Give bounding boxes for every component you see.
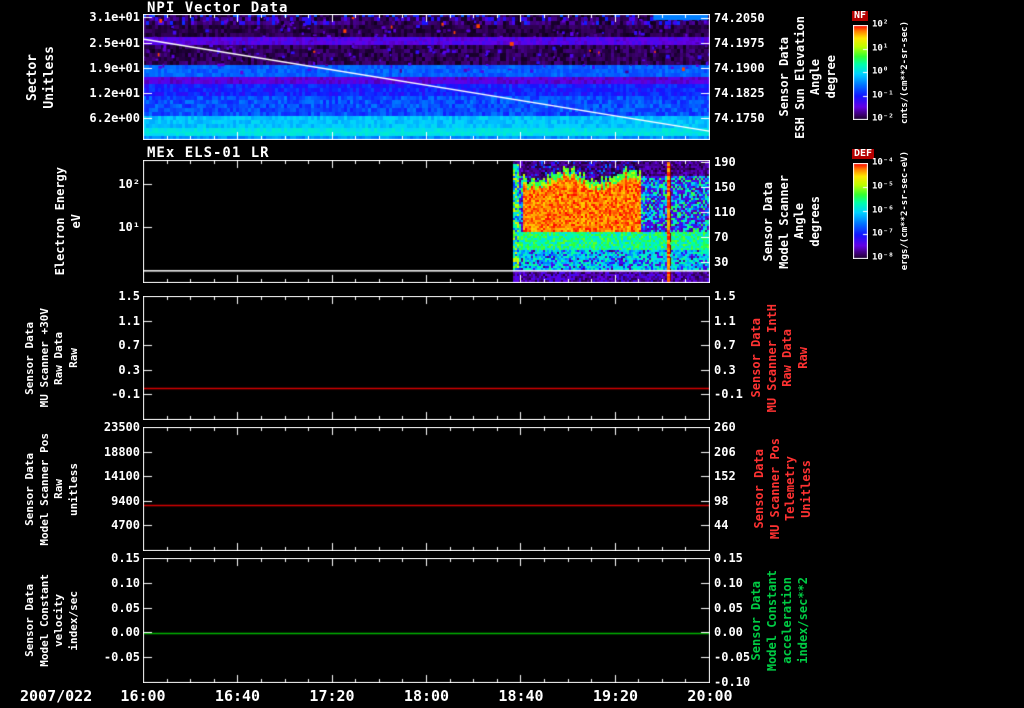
y-axis-label-line: MU Scanner +30V [37, 308, 51, 408]
colorbar-tick-label: 10⁻⁵ [872, 181, 894, 192]
panel-1-ytick-label: 3.1e+01 [89, 10, 140, 25]
panel-4-right-axis-label: Sensor Data MU Scanner Pos Telemetry Unitle… [752, 427, 813, 551]
colorbar-tick-label: 10⁻⁷ [872, 228, 894, 239]
right-axis-label-line: Raw Data [780, 329, 795, 387]
panel-1-ytick-label: 6.2e+00 [89, 111, 140, 126]
y-axis-label-line: Sector [25, 53, 40, 101]
y-axis-label-line: Model Scanner Pos [37, 432, 51, 546]
right-axis-label-line: Raw [795, 347, 810, 369]
panel-3-plot-area [143, 296, 710, 420]
panel-2-y-axis-label: Electron Energy eV [53, 160, 83, 283]
colorbar-tick-label: 10⁻⁶ [872, 205, 894, 215]
right-axis-label-line: Model Constant [764, 569, 779, 672]
colorbar-tick-label: 10⁻¹ [872, 90, 894, 100]
y-axis-label-line: Model Constant [37, 574, 51, 667]
tplot-window: 3.1e+01 2.5e+01 1.9e+01 1.2e+01 6.2e+00 74.20… [0, 0, 1024, 708]
colorbar-tick-label: 10¹ [872, 43, 889, 53]
y-axis-label-line: index/sec [66, 590, 80, 651]
colorbar-units-text: cnts/(cm**2-sr-sec) [900, 21, 910, 124]
right-axis-label-line: MU Scanner Pos [767, 438, 782, 540]
y-axis-label-line: Electron Energy [53, 167, 67, 276]
right-axis-label-line: acceleration [780, 577, 795, 664]
panel-1-right-tick-label: 74.1900 [714, 60, 765, 75]
date-label: 2007/022 [20, 687, 93, 705]
panel-title-npi-vector-data: NPI Vector Data [147, 0, 289, 16]
right-axis-label-line: Model Scanner [776, 174, 791, 269]
right-axis-label-line: Unitless [798, 460, 813, 518]
colorbar-units-text: ergs/(cm**2-sr-sec-eV) [900, 151, 910, 271]
panel-1-ytick-label: 2.5e+01 [89, 35, 140, 50]
right-axis-label-line: Sensor Data [749, 580, 763, 661]
colorbar-nf [853, 25, 868, 120]
right-axis-label-line: Sensor Data [761, 181, 775, 262]
panel-1-plot-area [143, 14, 710, 140]
panel-title-mex-els: MEx ELS-01 LR [147, 145, 270, 161]
y-axis-label-line: Raw [66, 348, 80, 368]
colorbar-tick-label: 10⁰ [872, 66, 889, 77]
colorbar-tick-label: 10² [872, 19, 889, 30]
panel-5-plot-area [143, 558, 710, 683]
colorbar-tick-label: 10⁻⁴ [872, 157, 894, 168]
y-axis-label-line: velocity [52, 594, 66, 647]
right-axis-label-line: index/sec**2 [795, 577, 810, 664]
right-axis-label-line: Sensor Data [752, 449, 766, 529]
panel-1-right-tick-label: 74.1750 [714, 110, 765, 125]
y-axis-label-line: Unitless [41, 45, 57, 109]
panel-2-right-axis-label: Sensor Data Model Scanner Angle degrees [761, 160, 822, 283]
colorbar-tick-label: 10⁻⁸ [872, 252, 894, 263]
y-axis-label-line: Sensor Data [23, 452, 36, 526]
time-tick-label: 18:40 [498, 687, 544, 705]
panel-1-right-axis-label: Sensor Data ESH Sun Elevation Angle degree [777, 14, 838, 140]
y-axis-label-line: Sensor Data [23, 584, 36, 657]
right-axis-label-line: Angle [792, 203, 807, 240]
panel-1-right-tick-label: 74.2050 [714, 10, 765, 25]
y-axis-label-line: Raw Data [52, 331, 66, 385]
time-tick-label: 18:00 [403, 687, 450, 705]
right-axis-label-line: degree [823, 55, 838, 99]
panel-4-y-axis-label: Sensor Data Model Scanner Pos Raw unitless [23, 427, 80, 551]
panel-1-y-axis-label: Sector Unitless [25, 14, 57, 140]
panel-1-ytick-label: 1.2e+01 [89, 86, 140, 101]
right-axis-label-line: Sensor Data [777, 37, 791, 117]
panel-1-right-tick-label: 74.1825 [714, 85, 765, 100]
colorbar-units: ergs/(cm**2-sr-sec-eV) [900, 143, 910, 279]
time-tick-label: 17:20 [309, 687, 355, 705]
right-axis-label-line: Telemetry [783, 456, 798, 522]
panel-1-ytick-label: 1.9e+01 [89, 60, 140, 75]
time-tick-label: 16:40 [214, 687, 261, 705]
time-tick-label: 19:20 [592, 687, 639, 705]
y-axis-label-line: Sensor Data [23, 321, 36, 395]
panel-4-plot-area [143, 427, 710, 551]
panel-5-y-axis-label: Sensor Data Model Constant velocity index/s… [23, 558, 80, 683]
colorbar-title-nf: NF [852, 10, 869, 21]
right-axis-label-line: ESH Sun Elevation [792, 15, 807, 139]
right-axis-label-line: Angle [808, 58, 823, 96]
colorbar-title-def: DEF [852, 148, 875, 159]
y-axis-label-line: Raw [52, 479, 66, 499]
colorbar-units: cnts/(cm**2-sr-sec) [900, 5, 910, 140]
panel-5-right-axis-label: Sensor Data Model Constant acceleration ind… [749, 558, 810, 683]
time-tick-label: 16:00 [120, 687, 166, 705]
panel-3-y-axis-label: Sensor Data MU Scanner +30V Raw Data Raw [23, 296, 80, 420]
right-axis-label-line: Sensor Data [749, 318, 763, 398]
panel-3-right-axis-label: Sensor Data MU Scanner IntH Raw Data Raw [749, 296, 810, 420]
panel-1-right-tick-label: 74.1975 [714, 35, 765, 50]
right-axis-label-line: MU Scanner IntH [764, 303, 779, 413]
colorbar-def [853, 163, 868, 259]
panel-2-plot-area [143, 160, 710, 283]
right-axis-label-line: degrees [807, 196, 822, 247]
time-tick-label: 20:00 [687, 687, 733, 705]
y-axis-label-line: unitless [66, 462, 80, 516]
colorbar-tick-label: 10⁻² [872, 113, 894, 124]
y-axis-label-line: eV [68, 214, 83, 229]
